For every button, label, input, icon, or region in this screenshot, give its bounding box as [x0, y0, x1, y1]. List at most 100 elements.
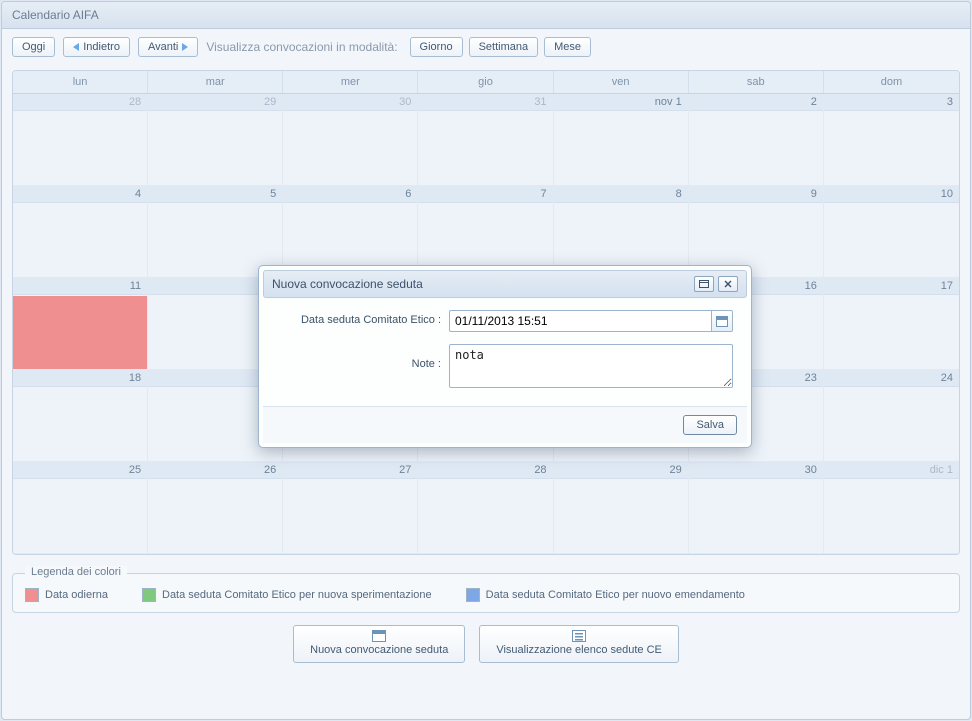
cell-date-label: 25: [13, 462, 147, 479]
new-convocation-label: Nuova convocazione seduta: [310, 644, 448, 656]
legend-swatch: [466, 588, 480, 602]
calendar-cell[interactable]: 30: [283, 94, 418, 186]
legend-panel: Legenda dei colori Data odiernaData sedu…: [12, 573, 960, 613]
cell-date-label: 17: [824, 278, 959, 295]
save-button[interactable]: Salva: [683, 415, 737, 435]
cell-date-label: 8: [554, 186, 688, 203]
calendar-cell[interactable]: 17: [824, 278, 959, 370]
calendar-cell[interactable]: dic 1: [824, 462, 959, 554]
week-label: Settimana: [479, 41, 529, 53]
calendar-cell[interactable]: 3: [824, 94, 959, 186]
forward-button[interactable]: Avanti: [138, 37, 198, 57]
weekday-header: mar: [148, 71, 283, 93]
weekday-header: dom: [824, 71, 959, 93]
week-view-button[interactable]: Settimana: [469, 37, 539, 57]
today-button[interactable]: Oggi: [12, 37, 55, 57]
calendar-cell[interactable]: 4: [13, 186, 148, 278]
view-sessions-label: Visualizzazione elenco sedute CE: [496, 644, 662, 656]
calendar-cell[interactable]: 25: [13, 462, 148, 554]
new-convocation-button[interactable]: Nuova convocazione seduta: [293, 625, 465, 663]
list-icon: [572, 630, 586, 642]
maximize-button[interactable]: [694, 276, 714, 292]
legend-label: Data seduta Comitato Etico per nuovo eme…: [486, 589, 745, 601]
maximize-icon: [699, 280, 709, 288]
cell-date-label: 7: [418, 186, 552, 203]
date-field-label: Data seduta Comitato Etico :: [277, 310, 449, 326]
back-label: Indietro: [83, 41, 120, 53]
cell-date-label: 29: [148, 94, 282, 111]
calendar-cell[interactable]: 28: [418, 462, 553, 554]
arrow-right-icon: [182, 43, 188, 51]
cell-date-label: 26: [148, 462, 282, 479]
cell-date-label: 27: [283, 462, 417, 479]
calendar-cell[interactable]: 27: [283, 462, 418, 554]
bottom-button-bar: Nuova convocazione seduta Visualizzazion…: [2, 613, 970, 669]
cell-date-label: 11: [13, 278, 147, 295]
legend-label: Data seduta Comitato Etico per nuova spe…: [162, 589, 432, 601]
calendar-cell[interactable]: 2: [689, 94, 824, 186]
cell-date-label: 30: [689, 462, 823, 479]
calendar-cell[interactable]: 29: [148, 94, 283, 186]
calendar-cell[interactable]: 18: [13, 370, 148, 462]
cell-date-label: 4: [13, 186, 147, 203]
cell-date-label: 9: [689, 186, 823, 203]
cell-date-label: nov 1: [554, 94, 688, 111]
calendar-cell[interactable]: 10: [824, 186, 959, 278]
weekday-header: lun: [13, 71, 148, 93]
calendar-cell[interactable]: 28: [13, 94, 148, 186]
legend-item: Data seduta Comitato Etico per nuova spe…: [142, 588, 432, 602]
cell-date-label: 6: [283, 186, 417, 203]
legend-swatch: [142, 588, 156, 602]
cell-date-label: dic 1: [824, 462, 959, 479]
cell-date-label: 10: [824, 186, 959, 203]
note-textarea[interactable]: [449, 344, 733, 388]
dialog-title: Nuova convocazione seduta: [272, 277, 423, 291]
close-icon: [724, 280, 732, 288]
today-label: Oggi: [22, 41, 45, 53]
forward-label: Avanti: [148, 41, 178, 53]
date-picker-trigger[interactable]: [711, 310, 733, 332]
close-button[interactable]: [718, 276, 738, 292]
calendar-cell[interactable]: 29: [554, 462, 689, 554]
view-mode-label: Visualizza convocazioni in modalità:: [206, 40, 397, 54]
day-view-button[interactable]: Giorno: [410, 37, 463, 57]
legend-item: Data seduta Comitato Etico per nuovo eme…: [466, 588, 745, 602]
legend-item: Data odierna: [25, 588, 108, 602]
legend-swatch: [25, 588, 39, 602]
cell-date-label: 31: [418, 94, 552, 111]
calendar-cell[interactable]: 26: [148, 462, 283, 554]
cell-date-label: 24: [824, 370, 959, 387]
session-date-input[interactable]: [449, 310, 711, 332]
new-convocation-dialog: Nuova convocazione seduta Data seduta Co…: [258, 265, 752, 448]
view-sessions-button[interactable]: Visualizzazione elenco sedute CE: [479, 625, 679, 663]
legend-title: Legenda dei colori: [25, 566, 127, 578]
weekday-header: gio: [418, 71, 553, 93]
weekday-header: ven: [554, 71, 689, 93]
legend-label: Data odierna: [45, 589, 108, 601]
back-button[interactable]: Indietro: [63, 37, 130, 57]
calendar-cell[interactable]: 11: [13, 278, 148, 370]
calendar-cell[interactable]: 31: [418, 94, 553, 186]
day-label: Giorno: [420, 41, 453, 53]
today-highlight: [13, 296, 147, 369]
cell-date-label: 28: [13, 94, 147, 111]
calendar-cell[interactable]: nov 1: [554, 94, 689, 186]
cell-date-label: 30: [283, 94, 417, 111]
weekday-header: mer: [283, 71, 418, 93]
month-view-button[interactable]: Mese: [544, 37, 591, 57]
cell-date-label: 2: [689, 94, 823, 111]
cell-date-label: 5: [148, 186, 282, 203]
cell-date-label: 18: [13, 370, 147, 387]
cell-date-label: 28: [418, 462, 552, 479]
calendar-cell[interactable]: 30: [689, 462, 824, 554]
cell-date-label: 3: [824, 94, 959, 111]
calendar-cell[interactable]: 24: [824, 370, 959, 462]
calendar-icon: [372, 630, 386, 642]
month-label: Mese: [554, 41, 581, 53]
weekday-header: sab: [689, 71, 824, 93]
toolbar: Oggi Indietro Avanti Visualizza convocaz…: [2, 29, 970, 65]
calendar-icon: [716, 316, 728, 327]
save-label: Salva: [696, 419, 724, 431]
cell-date-label: 29: [554, 462, 688, 479]
dialog-header[interactable]: Nuova convocazione seduta: [263, 270, 747, 298]
